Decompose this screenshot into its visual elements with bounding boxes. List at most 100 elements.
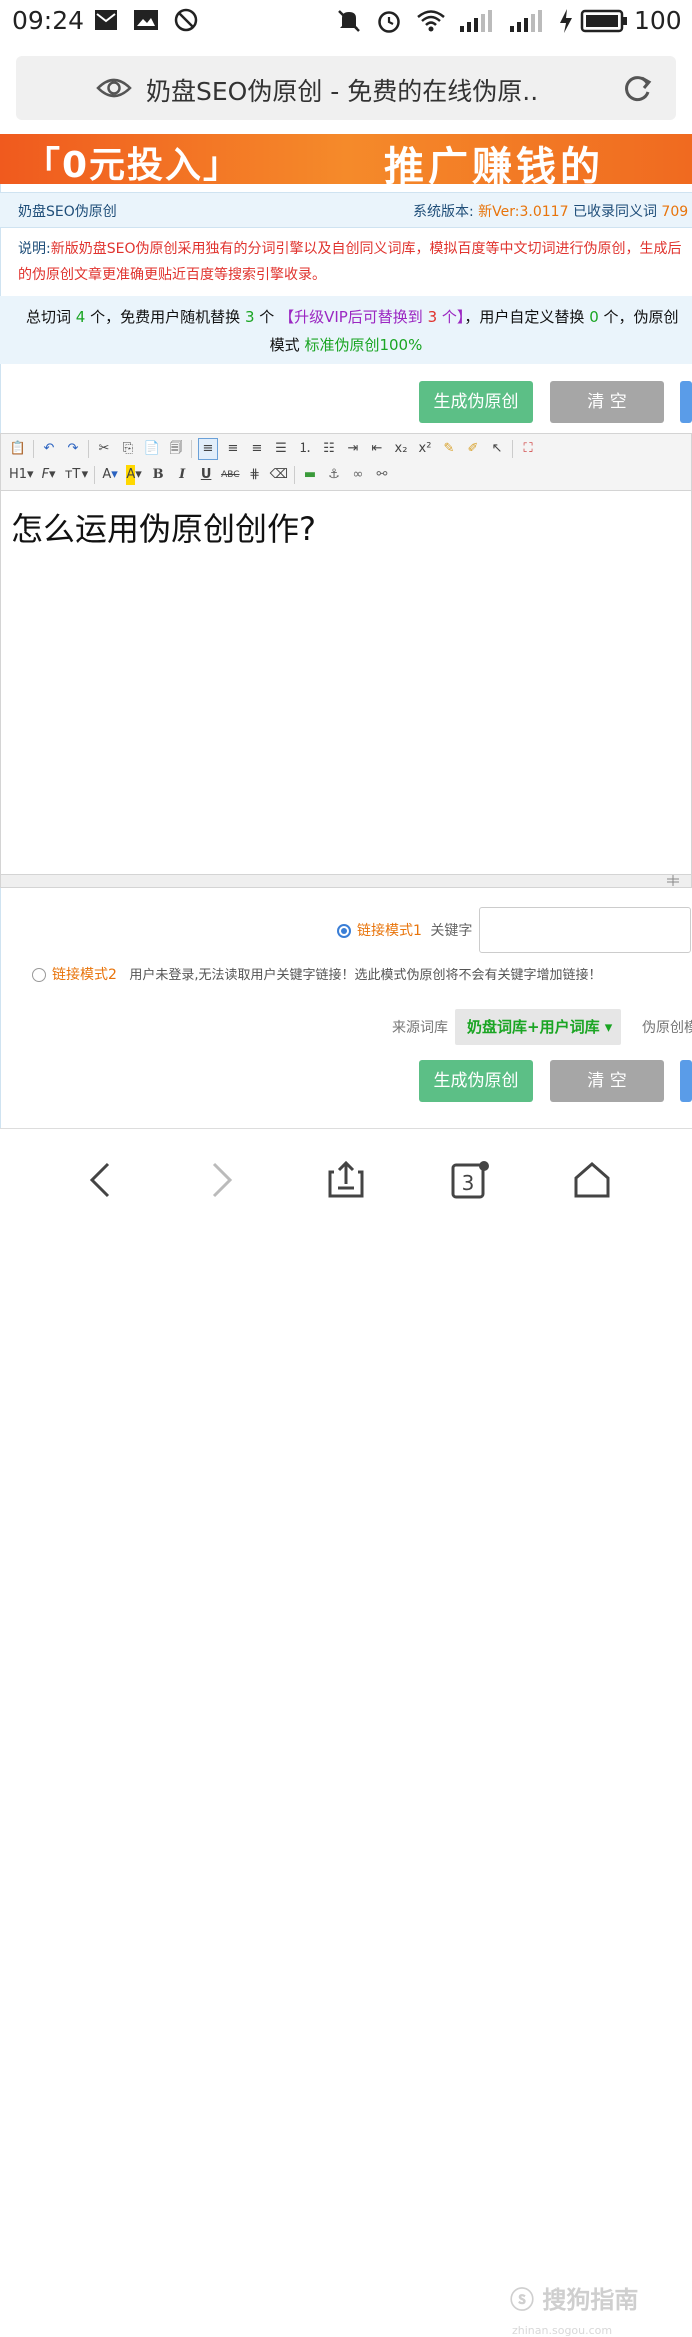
font-size-icon[interactable]: тT▾ xyxy=(64,465,88,485)
outdent-icon[interactable]: ⇤ xyxy=(368,439,386,459)
tabs-icon[interactable]: 3 xyxy=(450,1160,492,1200)
subscript-icon[interactable]: x₂ xyxy=(392,439,410,459)
link-mode-1-option[interactable]: 链接模式1 关键字 xyxy=(337,920,472,940)
align-left-icon[interactable]: ≡ xyxy=(198,438,218,460)
source-select[interactable]: 奶盘词库+用户词库 ▾ xyxy=(455,1009,621,1045)
unordered-list-icon[interactable]: ☷ xyxy=(320,439,338,459)
vip-link[interactable]: 【升级VIP后可替换到 3 个】 xyxy=(279,308,464,326)
insert-line-icon[interactable]: ▬ xyxy=(301,465,319,485)
highlight-icon[interactable]: A▾ xyxy=(125,465,143,485)
browser-bottom-nav: 3 ⓢ 搜狗指南 zhinan.sogou.com xyxy=(0,1138,692,2337)
bold-icon[interactable]: B xyxy=(149,465,167,485)
keyword-label: 关键字 xyxy=(430,923,473,939)
source-icon[interactable]: ✐ xyxy=(464,439,482,459)
size-label: тT xyxy=(64,467,81,482)
paste-word-icon[interactable]: 🗐 xyxy=(167,439,185,459)
mode-label: 模式 xyxy=(269,336,300,354)
page-title: 奶盘SEO伪原创 - 免费的在线伪原.. xyxy=(146,77,539,106)
unit-label: 个 xyxy=(90,308,106,326)
font-family-icon[interactable]: F▾ xyxy=(40,465,58,485)
stats-line: 总切词 4 个，免费用户随机替换 3 个 【升级VIP后可替换到 3 个】，用户… xyxy=(26,306,679,327)
link-icon[interactable]: ∞ xyxy=(349,465,367,485)
ordered-list-icon[interactable]: ⒈ xyxy=(296,439,314,459)
banner-left-text: 「0元投入」 xyxy=(24,145,242,184)
paste-icon[interactable]: 📋 xyxy=(9,439,27,459)
heading-label: H1 xyxy=(9,467,28,482)
synonym-count: 709 xyxy=(661,204,689,220)
eraser-icon[interactable]: ⌫ xyxy=(270,465,288,485)
clear-button-bottom[interactable]: 清 空 xyxy=(550,1060,664,1102)
status-bar: 09:24 100 xyxy=(0,0,692,44)
select-icon[interactable]: ↖ xyxy=(488,439,506,459)
radio-mode-1[interactable] xyxy=(337,924,351,938)
anchor-icon[interactable]: ⚓ xyxy=(325,465,343,485)
toolbar-divider xyxy=(191,440,192,458)
strikethrough-icon[interactable]: ABC xyxy=(221,465,239,485)
mute-icon xyxy=(338,10,360,32)
signal-icon xyxy=(510,10,542,32)
keyword-input[interactable] xyxy=(479,907,691,953)
mode-2-label: 链接模式2 xyxy=(52,967,117,983)
heading-icon[interactable]: H1▾ xyxy=(9,465,34,485)
table-icon[interactable]: ⋕ xyxy=(246,465,264,485)
align-right-icon[interactable]: ≡ xyxy=(248,439,266,459)
toolbar-divider xyxy=(33,440,34,458)
banner-right-text: 推广赚钱的 xyxy=(384,143,604,184)
unlink-icon[interactable]: ⚯ xyxy=(373,465,391,485)
rich-text-editor: 📋 ↶ ↷ ✂ ⎘ 📄 🗐 ≡ ≡ ≡ ☰ ⒈ ☷ ⇥ ⇤ x₂ x² ✎ ✐ … xyxy=(0,433,692,888)
paste-text-icon[interactable]: 📄 xyxy=(143,439,161,459)
battery-icon xyxy=(580,9,627,33)
extra-button[interactable] xyxy=(680,381,692,423)
underline-icon[interactable]: U xyxy=(197,465,215,485)
mail-icon xyxy=(95,10,117,30)
battery-level: 100 xyxy=(634,6,682,35)
copy-icon[interactable]: ⎘ xyxy=(119,439,137,459)
link-mode-2-option[interactable]: 链接模式2 用户未登录,无法读取用户关键字链接！选此模式伪原创将不会有关键字增加… xyxy=(32,964,602,984)
font-color-label: A xyxy=(102,467,112,482)
description: 说明:新版奶盘SEO伪原创采用独有的分词引擎以及自创同义词库，模拟百度等中文切词… xyxy=(18,236,688,288)
version-label: 系统版本: xyxy=(413,204,474,220)
toolbar-divider xyxy=(88,440,89,458)
total-value: 4 xyxy=(75,308,86,326)
toolbar-divider xyxy=(293,466,295,484)
extra-button-bottom[interactable] xyxy=(680,1060,692,1102)
generate-button[interactable]: 生成伪原创 xyxy=(419,381,533,423)
radio-mode-2[interactable] xyxy=(32,968,46,982)
resize-icon xyxy=(667,875,679,886)
editor-resize-handle[interactable] xyxy=(1,874,691,887)
editor-content[interactable]: 怎么运用伪原创创作? xyxy=(11,504,316,550)
font-color-icon[interactable]: A▾ xyxy=(101,465,119,485)
reload-icon[interactable] xyxy=(620,72,654,106)
align-center-icon[interactable]: ≡ xyxy=(224,439,242,459)
fullscreen-icon[interactable]: ⛶ xyxy=(519,439,537,459)
toolbar-row-1: 📋 ↶ ↷ ✂ ⎘ 📄 🗐 ≡ ≡ ≡ ☰ ⒈ ☷ ⇥ ⇤ x₂ x² ✎ ✐ … xyxy=(9,436,543,462)
share-icon[interactable] xyxy=(326,1160,366,1200)
back-icon[interactable] xyxy=(86,1160,114,1200)
promo-banner[interactable]: 「0元投入」 推广赚钱的 xyxy=(0,134,692,184)
url-bar[interactable]: 奶盘SEO伪原创 - 免费的在线伪原.. xyxy=(16,56,676,120)
free-label: ，免费用户随机替换 xyxy=(105,308,241,326)
toolbar-divider xyxy=(94,466,96,484)
indent-icon[interactable]: ⇥ xyxy=(344,439,362,459)
redo-icon[interactable]: ↷ xyxy=(64,439,82,459)
align-justify-icon[interactable]: ☰ xyxy=(272,439,290,459)
undo-icon[interactable]: ↶ xyxy=(40,439,58,459)
block-icon xyxy=(174,8,198,32)
description-text: 新版奶盘SEO伪原创采用独有的分词引擎以及自创同义词库，模拟百度等中文切词进行伪… xyxy=(18,241,682,283)
tool-header: 奶盘SEO伪原创 系统版本: 新Ver:3.0117 已收录同义词 709 xyxy=(0,192,692,228)
watermark-sub: zhinan.sogou.com xyxy=(512,2324,613,2337)
generate-button-bottom[interactable]: 生成伪原创 xyxy=(419,1060,533,1102)
vip-value: 3 xyxy=(427,308,438,326)
cut-icon[interactable]: ✂ xyxy=(95,439,113,459)
clear-button[interactable]: 清 空 xyxy=(550,381,664,423)
image-icon xyxy=(134,10,158,30)
forward-icon[interactable] xyxy=(208,1160,236,1200)
divider xyxy=(0,1128,692,1129)
italic-icon[interactable]: I xyxy=(173,465,191,485)
source-label: 来源词库 xyxy=(392,1020,448,1036)
home-icon[interactable] xyxy=(572,1160,612,1200)
clear-format-icon[interactable]: ✎ xyxy=(440,439,458,459)
superscript-icon[interactable]: x² xyxy=(416,439,434,459)
tail-label: 个，伪原创 xyxy=(603,308,679,326)
mode-line: 模式 标准伪原创100% xyxy=(0,334,692,355)
